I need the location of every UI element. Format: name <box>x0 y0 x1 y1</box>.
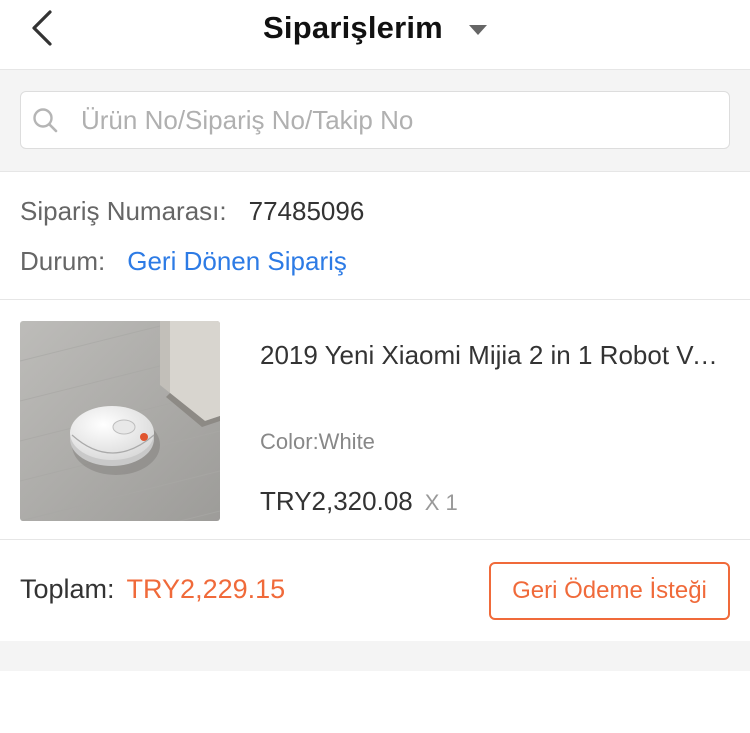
search-box[interactable] <box>20 91 730 149</box>
search-section <box>0 70 750 172</box>
product-name[interactable]: 2019 Yeni Xiaomi Mijia 2 in 1 Robot Vacu… <box>260 340 730 371</box>
total-label: Toplam: <box>20 574 115 604</box>
product-color: Color:White <box>260 429 375 454</box>
order-status-value[interactable]: Geri Dönen Sipariş <box>127 246 347 277</box>
section-divider <box>0 641 750 671</box>
order-number-label: Sipariş Numarası: <box>20 196 227 226</box>
product-image[interactable] <box>20 321 220 521</box>
order-total-bar: Toplam: TRY2,229.15 Geri Ödeme İsteği <box>0 540 750 641</box>
refund-request-button[interactable]: Geri Ödeme İsteği <box>489 562 730 620</box>
total-row: Toplam: TRY2,229.15 <box>20 574 285 605</box>
order-status-label: Durum: <box>20 246 106 276</box>
product-item[interactable]: 2019 Yeni Xiaomi Mijia 2 in 1 Robot Vacu… <box>0 300 750 540</box>
total-value: TRY2,229.15 <box>126 574 286 604</box>
product-quantity: X 1 <box>424 490 458 515</box>
app-header: Siparişlerim <box>0 0 750 70</box>
search-input[interactable] <box>81 104 729 136</box>
search-icon <box>31 106 59 134</box>
order-info: Sipariş Numarası: 77485096 Durum: Geri D… <box>0 172 750 300</box>
page-title[interactable]: Siparişlerim <box>263 10 443 46</box>
product-price: TRY2,320.08 <box>260 486 413 516</box>
order-status-row: Durum: Geri Dönen Sipariş <box>20 246 347 277</box>
order-number-value: 77485096 <box>248 196 365 226</box>
order-number-row: Sipariş Numarası: 77485096 <box>20 196 364 227</box>
caret-down-icon[interactable] <box>468 25 487 35</box>
product-price-row: TRY2,320.08 X 1 <box>260 486 458 517</box>
